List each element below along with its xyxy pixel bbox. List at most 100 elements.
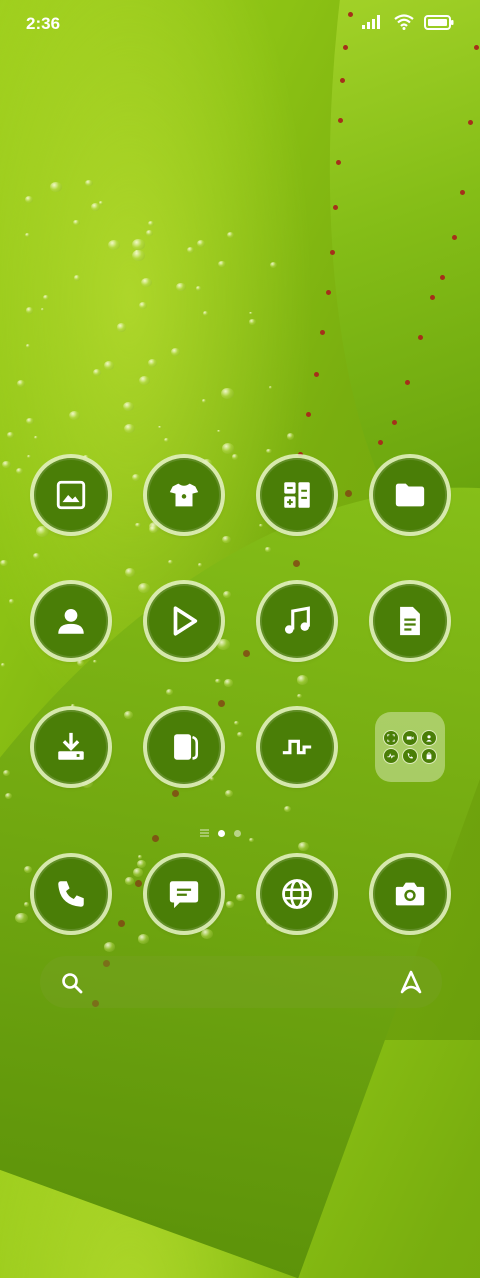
- water-drop: [69, 410, 80, 421]
- phone-app[interactable]: [34, 857, 108, 931]
- music-app[interactable]: [260, 584, 334, 658]
- gallery-icon: [56, 480, 86, 510]
- downloads-icon: [58, 732, 84, 760]
- water-drop: [197, 239, 206, 247]
- water-drop: [36, 526, 49, 538]
- water-drop: [227, 232, 235, 238]
- contacts-person-icon: [58, 608, 84, 634]
- water-drop: [73, 219, 80, 226]
- wallet-cards-icon: [174, 734, 199, 760]
- water-drop: [147, 359, 157, 368]
- assistant-icon[interactable]: [396, 968, 426, 996]
- camera-app[interactable]: [373, 857, 447, 931]
- water-drop: [124, 568, 135, 577]
- browser-app[interactable]: [260, 857, 334, 931]
- water-drop: [268, 386, 273, 390]
- water-drop: [221, 443, 234, 454]
- water-drop: [249, 319, 256, 325]
- water-drop: [175, 282, 186, 292]
- water-drop: [15, 467, 24, 475]
- status-time: 2:36: [26, 14, 61, 33]
- calculator-app[interactable]: [260, 458, 334, 532]
- water-drop: [123, 423, 135, 434]
- leaf-thorn: [326, 290, 331, 295]
- water-drop: [7, 432, 14, 438]
- water-drop: [266, 448, 272, 454]
- water-drop: [249, 311, 253, 315]
- water-drop: [2, 460, 11, 469]
- water-drop: [123, 401, 135, 412]
- water-drop: [217, 429, 221, 433]
- water-drop: [107, 240, 120, 251]
- page-dot-active[interactable]: [218, 829, 225, 837]
- water-drop: [32, 552, 40, 559]
- water-drop: [132, 238, 145, 250]
- water-drop: [286, 433, 294, 440]
- water-drop: [43, 294, 50, 301]
- music-note-icon: [284, 606, 310, 634]
- activity-pulse-icon: [282, 739, 312, 755]
- water-drop: [148, 522, 161, 532]
- water-drop: [138, 302, 147, 309]
- downloads-app[interactable]: [34, 710, 108, 784]
- video-icon: [403, 731, 417, 745]
- wifi-icon: [394, 14, 414, 30]
- notes-app[interactable]: [373, 584, 447, 658]
- themes-app[interactable]: [147, 458, 221, 532]
- search-bar[interactable]: [40, 956, 442, 1008]
- water-drop: [26, 418, 34, 425]
- water-drop: [73, 275, 80, 281]
- scan-icon: [384, 731, 398, 745]
- water-drop: [198, 563, 203, 567]
- page-list-icon[interactable]: [200, 829, 209, 837]
- wallet-app[interactable]: [147, 710, 221, 784]
- signal-bars-icon: [362, 15, 380, 29]
- water-drop: [201, 399, 207, 404]
- status-bar: 2:36: [0, 0, 480, 50]
- messages-app[interactable]: [147, 857, 221, 931]
- camera-icon: [395, 882, 425, 906]
- leaf-thorn: [345, 490, 352, 497]
- water-drop: [168, 560, 173, 565]
- pulse-icon: [384, 749, 398, 763]
- water-drop: [91, 203, 101, 211]
- leaf-thorn: [298, 452, 303, 457]
- water-drop: [270, 261, 278, 268]
- themes-tshirt-icon: [169, 483, 199, 507]
- page-dot[interactable]: [234, 829, 241, 837]
- water-drop: [26, 455, 31, 459]
- leaf-thorn: [320, 330, 325, 335]
- water-drop: [259, 524, 264, 528]
- water-drop: [164, 437, 169, 442]
- water-drop: [170, 348, 180, 356]
- app-folder[interactable]: [375, 712, 445, 782]
- water-drop: [222, 535, 231, 544]
- water-drop: [50, 182, 62, 193]
- gallery-app[interactable]: [34, 458, 108, 532]
- leaf-thorn: [314, 372, 319, 377]
- water-drop: [116, 323, 127, 332]
- store-icon: [422, 749, 436, 763]
- water-drop: [17, 380, 25, 388]
- water-drop: [24, 233, 30, 238]
- water-drop: [158, 425, 162, 429]
- water-drop: [138, 582, 150, 594]
- water-drop: [132, 249, 146, 261]
- water-drop: [25, 344, 31, 348]
- water-drop: [203, 311, 209, 316]
- water-drop: [24, 196, 33, 204]
- file-manager-folder-icon: [395, 483, 425, 507]
- water-drop: [99, 201, 103, 205]
- water-drop: [33, 435, 38, 440]
- water-drop: [131, 474, 141, 482]
- contacts-app[interactable]: [34, 584, 108, 658]
- file-manager-app[interactable]: [373, 458, 447, 532]
- water-drop: [195, 286, 202, 291]
- leaf-thorn: [306, 412, 311, 417]
- phone-icon: [403, 749, 417, 763]
- water-drop: [8, 598, 15, 604]
- video-player-app[interactable]: [147, 584, 221, 658]
- activity-app[interactable]: [260, 710, 334, 784]
- calculator-icon: [284, 482, 310, 508]
- search-icon[interactable]: [60, 971, 84, 995]
